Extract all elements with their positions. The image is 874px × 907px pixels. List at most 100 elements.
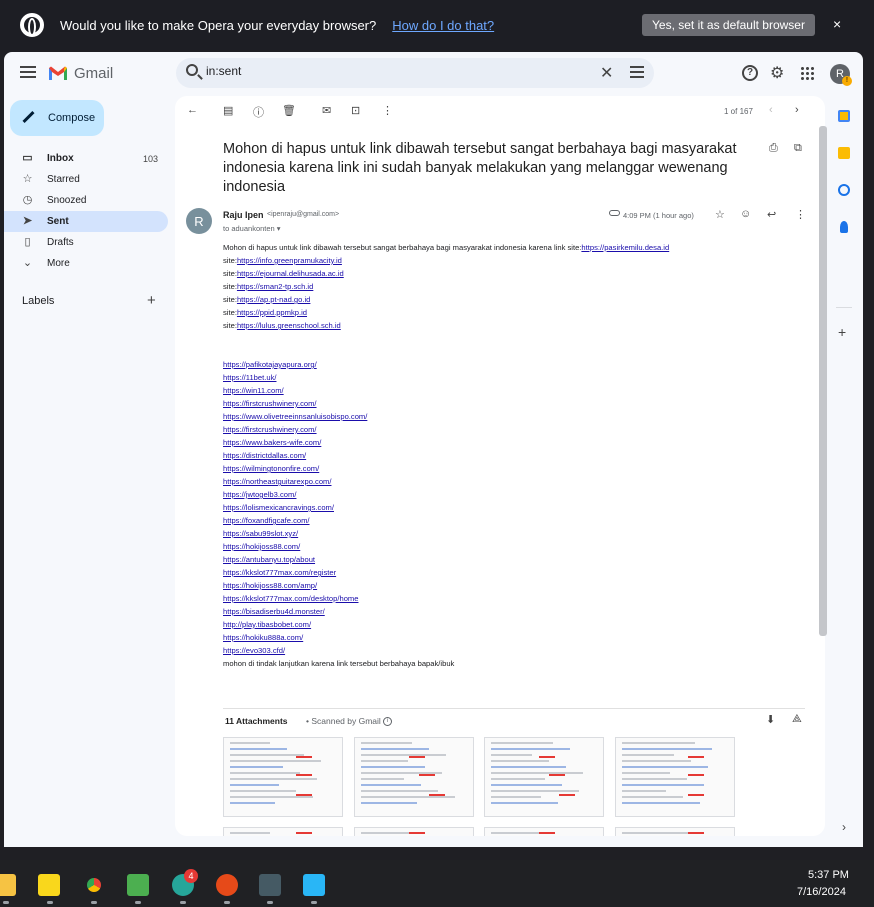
sticky-notes-icon[interactable] <box>38 874 60 896</box>
email-link[interactable]: https://pafikotajayapura.org/ <box>223 360 317 369</box>
intro-line: Mohon di hapus untuk link dibawah terseb… <box>223 241 813 254</box>
email-link[interactable]: https://firstcrushwinery.com/ <box>223 425 317 434</box>
attachment-thumbnail[interactable] <box>484 737 604 817</box>
notepad-plus-icon[interactable] <box>127 874 149 896</box>
email-link[interactable]: https://hokiku888a.com/ <box>223 633 303 642</box>
main-menu-icon[interactable] <box>20 66 36 78</box>
site-link[interactable]: https://ap.pt-nad.go.id <box>237 295 310 304</box>
set-default-browser-button[interactable]: Yes, set it as default browser <box>642 14 815 36</box>
thumbnail-line <box>622 742 695 744</box>
mark-unread-icon[interactable]: ✉ <box>322 104 331 117</box>
add-label-button[interactable]: + <box>147 292 156 309</box>
email-link[interactable]: https://bisadiserbu4d.monster/ <box>223 607 325 616</box>
add-addon-icon[interactable]: + <box>838 324 846 340</box>
attachment-thumbnail[interactable] <box>615 827 735 836</box>
sender-name[interactable]: Raju Ipen <box>223 210 264 220</box>
info-icon[interactable]: i <box>382 717 392 727</box>
move-to-icon[interactable]: ⊡ <box>351 104 360 117</box>
email-link[interactable]: https://11bet.uk/ <box>223 373 276 382</box>
site-link[interactable]: https://sman2-tp.sch.id <box>237 282 313 291</box>
print-icon[interactable]: ⎙ <box>769 142 778 155</box>
search-bar[interactable]: ✕ <box>176 58 654 88</box>
trash-icon[interactable]: 🗑 <box>282 104 296 117</box>
more-options-icon[interactable]: ⋮ <box>795 208 806 221</box>
google-apps-icon[interactable] <box>800 66 814 80</box>
sidebar-item-more[interactable]: ⌄ More <box>4 253 168 274</box>
chat-app-icon[interactable] <box>216 874 238 896</box>
chrome-icon[interactable] <box>83 874 105 896</box>
calendar-icon[interactable] <box>838 110 850 122</box>
scrollbar[interactable] <box>819 126 827 636</box>
clear-search-icon[interactable]: ✕ <box>600 63 613 83</box>
gear-icon[interactable]: ⚙ <box>770 63 784 83</box>
intro-link[interactable]: https://pasirkemilu.desa.id <box>581 243 669 252</box>
attachment-thumbnail[interactable] <box>223 737 343 817</box>
compose-label: Compose <box>48 112 96 124</box>
email-link[interactable]: http://play.tibasbobet.com/ <box>223 620 311 629</box>
email-link[interactable]: https://jwtogelb3.com/ <box>223 490 296 499</box>
add-to-drive-icon[interactable]: ⟁ <box>792 713 802 726</box>
email-link[interactable]: https://foxandfigcafe.com/ <box>223 516 310 525</box>
file-explorer-icon[interactable] <box>0 874 16 896</box>
archive-icon[interactable]: ▤ <box>223 104 233 117</box>
sidebar-item-sent[interactable]: ➤ Sent <box>4 211 168 232</box>
email-link[interactable]: https://sabu99slot.xyz/ <box>223 529 298 538</box>
attachment-thumbnail[interactable] <box>615 737 735 817</box>
sidebar-item-snoozed[interactable]: ◷ Snoozed <box>4 190 168 211</box>
thumbnail-line <box>361 784 421 786</box>
email-link[interactable]: https://lolismexicancravings.com/ <box>223 503 334 512</box>
email-link[interactable]: https://www.bakers-wife.com/ <box>223 438 321 447</box>
attachment-thumbnail[interactable] <box>354 827 474 836</box>
email-link[interactable]: https://districtdallas.com/ <box>223 451 306 460</box>
email-link[interactable]: https://www.olivetreeinnsanluisobispo.co… <box>223 412 367 421</box>
download-all-icon[interactable]: ⬇ <box>766 713 775 726</box>
older-chevron-icon[interactable]: › <box>795 104 799 116</box>
sidebar-item-drafts[interactable]: ▯ Drafts <box>4 232 168 253</box>
attachment-thumbnail[interactable] <box>223 827 343 836</box>
email-link[interactable]: https://firstcrushwinery.com/ <box>223 399 317 408</box>
taskbar-indicator <box>224 901 230 904</box>
email-link[interactable]: https://northeastguitarexpo.com/ <box>223 477 331 486</box>
search-options-icon[interactable] <box>630 66 644 78</box>
site-link[interactable]: https://ppid.ppmkp.id <box>237 308 307 317</box>
recipient-line[interactable]: to aduankonten ▾ <box>223 224 281 233</box>
reply-icon[interactable]: ↩ <box>767 208 776 221</box>
search-icon[interactable] <box>186 64 198 76</box>
notepad-icon[interactable] <box>303 874 325 896</box>
site-link[interactable]: https://lulus.greenschool.sch.id <box>237 321 341 330</box>
email-link[interactable]: https://hokijoss88.com/ <box>223 542 300 551</box>
more-options-icon[interactable]: ⋮ <box>382 104 393 117</box>
keep-icon[interactable] <box>838 147 850 159</box>
email-link[interactable]: https://antubanyu.top/about <box>223 555 315 564</box>
site-link[interactable]: https://info.greenpramukacity.id <box>237 256 342 265</box>
newer-chevron-icon[interactable]: ‹ <box>769 104 773 116</box>
email-link[interactable]: https://hokijoss88.com/amp/ <box>223 581 317 590</box>
email-link[interactable]: https://kkslot777max.com/register <box>223 568 336 577</box>
email-link[interactable]: https://win11.com/ <box>223 386 284 395</box>
emoji-react-icon[interactable]: ☺ <box>740 208 751 220</box>
thumbnail-line <box>491 796 541 798</box>
calculator-icon[interactable] <box>259 874 281 896</box>
site-line: site:https://ppid.ppmkp.id <box>223 306 813 319</box>
compose-button[interactable]: Compose <box>10 100 104 136</box>
close-icon[interactable]: × <box>833 16 841 32</box>
tasks-icon[interactable] <box>838 184 850 196</box>
opera-how-link[interactable]: How do I do that? <box>392 18 494 33</box>
email-link[interactable]: https://evo303.cfd/ <box>223 646 285 655</box>
search-input[interactable] <box>206 64 586 78</box>
chevron-right-icon[interactable]: › <box>842 820 846 834</box>
back-arrow-icon[interactable]: ← <box>187 104 198 116</box>
email-link[interactable]: https://kkslot777max.com/desktop/home <box>223 594 359 603</box>
star-icon[interactable]: ☆ <box>715 208 725 221</box>
report-spam-icon[interactable]: ⓘ <box>253 104 264 120</box>
open-new-window-icon[interactable]: ⧉ <box>794 142 802 155</box>
sidebar-item-inbox[interactable]: ▭ Inbox 103 <box>4 148 168 169</box>
attachment-thumbnail[interactable] <box>484 827 604 836</box>
site-link[interactable]: https://ejournal.delihusada.ac.id <box>237 269 344 278</box>
email-link[interactable]: https://wilmingtononfire.com/ <box>223 464 319 473</box>
sidebar-item-starred[interactable]: ☆ Starred <box>4 169 168 190</box>
attachment-thumbnail[interactable] <box>354 737 474 817</box>
contacts-icon[interactable] <box>840 221 848 233</box>
help-icon[interactable]: ? <box>742 65 758 81</box>
